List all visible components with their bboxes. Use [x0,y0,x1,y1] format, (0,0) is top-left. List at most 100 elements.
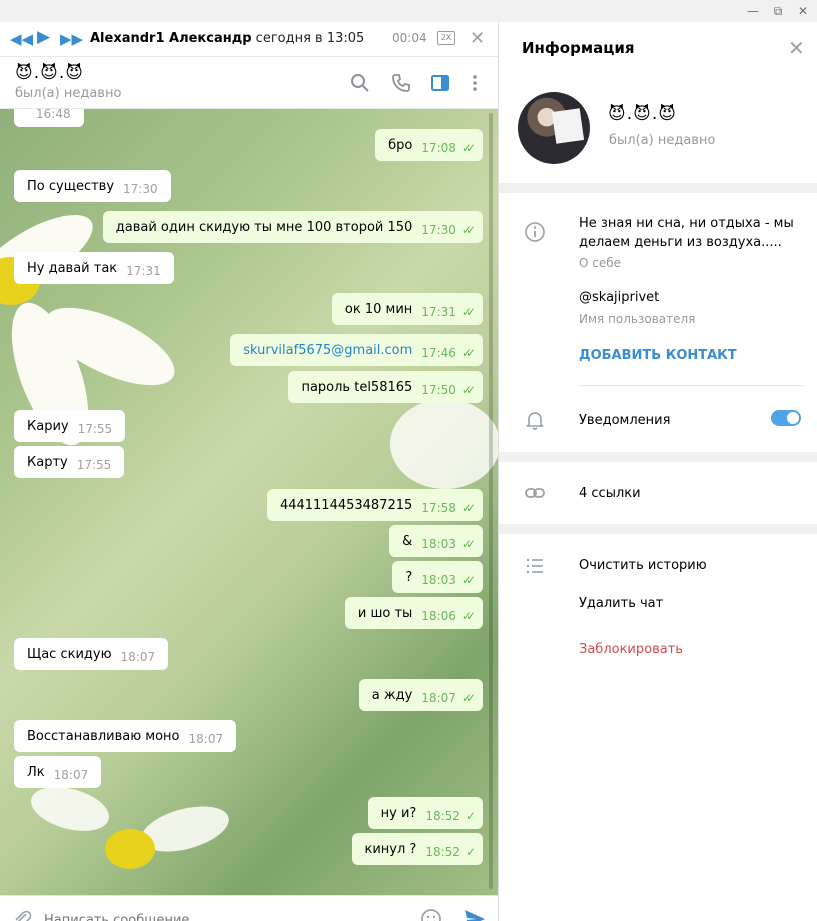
chat-header: 😈.😈.😈 был(а) недавно [0,57,498,109]
chat-column: ◀◀ ▶ ▶▶ Alexandr1 Александр сегодня в 13… [0,22,498,921]
chat-title[interactable]: 😈.😈.😈 [15,63,84,83]
message-text: бро [388,138,413,153]
message-text: Кариу [27,419,69,434]
section-separator [499,183,817,193]
add-contact-button[interactable]: ДОБАВИТЬ КОНТАКТ [579,348,737,363]
message-time: 18:03 [421,537,456,551]
message-time: 18:07 [120,650,156,664]
notifications-toggle[interactable] [771,410,801,426]
maximize-button[interactable]: ⧉ [766,2,790,20]
message-input[interactable] [44,908,394,921]
phone-icon[interactable] [391,73,411,93]
outgoing-message[interactable]: ? 18:03 ✓✓ [392,561,483,593]
send-icon[interactable] [463,908,487,921]
rewind-button[interactable]: ◀◀ [10,30,33,48]
player-track[interactable]: Alexandr1 Александр сегодня в 13:05 [90,31,364,46]
message-text: Лк [27,765,45,780]
outgoing-message[interactable]: давай один скидую ты мне 100 второй 150 1… [102,211,483,243]
block-user-button[interactable]: Заблокировать [579,642,683,657]
incoming-message[interactable]: По существу 17:30 [14,170,171,202]
message-text: кинул ? [364,842,417,857]
message-time: 18:52 [425,845,460,859]
double-check-icon: ✓✓ [461,223,476,237]
outgoing-message[interactable]: 4441114453487215 17:58 ✓✓ [266,489,483,521]
playback-speed-button[interactable]: 2X [437,31,455,45]
chat-scrollbar[interactable] [489,113,493,889]
outgoing-message[interactable]: & 18:03 ✓✓ [389,525,483,557]
message-time: 17:31 [126,264,161,278]
player-when: сегодня в 13:05 [255,31,365,46]
double-check-icon: ✓✓ [461,691,476,705]
message-time: 17:30 [123,182,158,196]
message-link[interactable]: skurvilaf5675@gmail.com [243,335,412,367]
outgoing-message[interactable]: ну и? 18:52 ✓ [367,797,483,829]
divider [579,385,803,386]
delete-chat-button[interactable]: Удалить чат [579,596,663,611]
outgoing-message[interactable]: кинул ? 18:52 ✓ [351,833,483,865]
message-time: 17:08 [421,141,456,155]
incoming-message[interactable]: 16:48 [14,109,84,127]
message-text: и шо ты [357,606,413,621]
message-text: Восстанавливаю моно [27,729,180,744]
attach-icon[interactable] [12,908,32,921]
outgoing-message[interactable]: а жду 18:07 ✓✓ [358,679,483,711]
message-text: Ну давай так [27,261,118,276]
message-text: ну и? [380,806,417,821]
outgoing-message[interactable]: бро 17:08 ✓✓ [375,129,483,161]
info-title: Информация [522,39,635,57]
avatar-paper [551,108,585,144]
sidebar-toggle-icon[interactable] [430,73,450,93]
play-button[interactable]: ▶ [37,28,50,46]
incoming-message[interactable]: Восстанавливаю моно 18:07 [14,720,237,752]
username-text[interactable]: @skajiprivet [579,290,659,305]
message-time: 17:55 [77,422,113,436]
window-close-button[interactable]: ✕ [791,2,815,20]
incoming-message[interactable]: Кариу 17:55 [14,410,126,442]
section-separator [499,524,817,534]
message-time: 18:06 [421,609,456,623]
outgoing-message[interactable]: skurvilaf5675@gmail.com 17:46 ✓✓ [230,334,483,366]
incoming-message[interactable]: Лк 18:07 [14,756,102,788]
wallpaper-flower-core [105,829,155,869]
forward-button[interactable]: ▶▶ [60,30,83,48]
message-time: 18:52 [425,809,460,823]
double-check-icon: ✓✓ [461,141,476,155]
message-time: 18:07 [53,768,89,782]
message-text: пароль tel58165 [301,380,413,395]
outgoing-message[interactable]: и шо ты 18:06 ✓✓ [344,597,483,629]
info-close-button[interactable]: ✕ [788,36,805,60]
message-text: Карту [27,455,68,470]
message-text: ? [405,570,413,585]
username-label: Имя пользователя [579,312,696,326]
outgoing-message[interactable]: пароль tel58165 17:50 ✓✓ [288,371,483,403]
emoji-icon[interactable] [420,908,442,921]
outgoing-message[interactable]: ок 10 мин 17:31 ✓✓ [331,293,483,325]
incoming-message[interactable]: Ну давай так 17:31 [14,252,174,284]
chat-status: был(а) недавно [15,86,122,101]
double-check-icon: ✓✓ [461,573,476,587]
incoming-message[interactable]: Щас скидую 18:07 [14,638,169,670]
avatar[interactable] [518,92,590,164]
shared-links-item[interactable]: 4 ссылки [579,486,641,501]
double-check-icon: ✓✓ [461,346,476,360]
section-separator [499,452,817,462]
message-time: 17:30 [421,223,456,237]
profile-name: 😈.😈.😈 [608,104,677,124]
player-close-button[interactable]: ✕ [470,28,485,49]
profile-status: был(а) недавно [609,133,716,148]
list-icon [526,558,543,574]
info-icon [525,222,545,242]
message-time: 17:55 [76,458,112,472]
message-text: ок 10 мин [344,302,413,317]
double-check-icon: ✓✓ [461,537,476,551]
clear-history-button[interactable]: Очистить историю [579,558,707,573]
message-text: а жду [371,688,413,703]
double-check-icon: ✓✓ [461,383,476,397]
link-icon [525,488,545,498]
incoming-message[interactable]: Карту 17:55 [14,446,125,478]
search-icon[interactable] [350,73,370,93]
more-vert-icon[interactable] [465,73,485,93]
minimize-button[interactable]: — [741,2,765,20]
message-time: 17:46 [421,346,456,360]
bell-icon [526,412,544,430]
